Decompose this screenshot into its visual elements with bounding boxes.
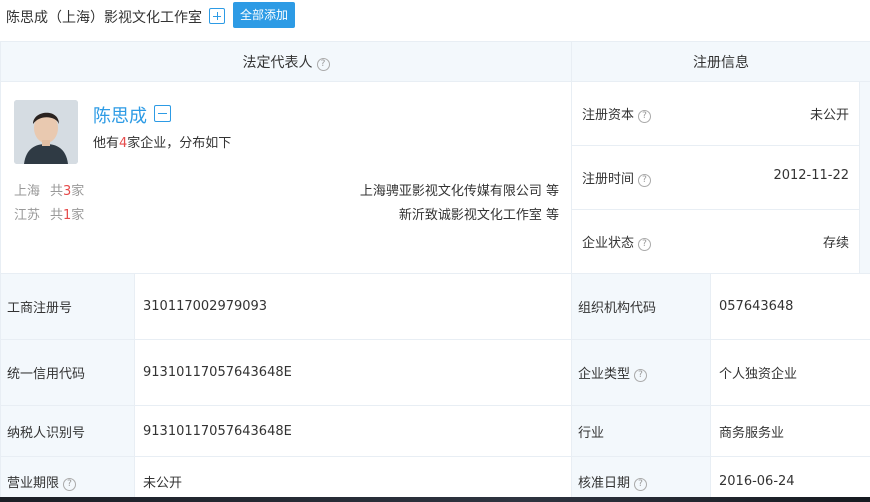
date-label-text: 注册时间 [582,172,635,187]
region-name: 上海 [14,184,41,199]
company-status-label: 企业状态? [582,232,652,251]
business-term-label: 营业期限? [0,456,135,502]
distribution-summary: 他有4家企业，分布如下 [93,132,231,151]
business-term-value: 未公开 [134,456,572,502]
question-circle-icon[interactable]: ? [638,238,652,251]
credit-code-value: 91310117057643648E [134,339,572,406]
legal-rep-header-label: 法定代表人 [242,54,313,71]
org-code-value: 057643648 [710,273,870,340]
term-label-text: 营业期限 [7,476,60,491]
registered-capital-label: 注册资本? [582,104,652,123]
business-reg-label: 工商注册号 [0,273,135,340]
company-info-table: 法定代表人? 注册信息 陈思成 他有4家企业，分布如下 上海 共3家 上海骋亚影… [0,41,870,502]
type-label-text: 企业类型 [578,367,631,382]
count-suffix: 家 [71,184,85,199]
company-title: 陈思成（上海）影视文化工作室 [6,10,202,26]
company-header: 陈思成（上海）影视文化工作室 全部添加 [0,0,870,41]
approval-date-value: 2016-06-24 [710,456,870,502]
question-circle-icon[interactable]: ? [316,57,330,71]
company-type-value: 个人独资企业 [710,339,870,406]
region-company-link[interactable]: 新沂致诚影视文化工作室 等 [399,204,559,223]
question-circle-icon[interactable]: ? [638,174,652,187]
scroll-edge [859,81,870,274]
person-name[interactable]: 陈思成 [93,102,147,128]
tax-id-label: 纳税人识别号 [0,405,135,457]
question-circle-icon[interactable]: ? [634,369,648,382]
region-row: 江苏 共1家 新沂致诚影视文化工作室 等 [14,204,559,224]
region-name: 江苏 [14,208,41,223]
region-row: 上海 共3家 上海骋亚影视文化传媒有限公司 等 [14,180,559,200]
count-prefix: 共 [50,184,64,199]
question-circle-icon[interactable]: ? [638,110,652,123]
registered-capital-value: 未公开 [809,108,849,123]
registration-date-label: 注册时间? [582,168,652,187]
company-status-value: 存续 [822,236,849,251]
registered-capital-row: 注册资本? 未公开 [571,81,860,146]
taskbar-strip [0,497,870,502]
minus-square-icon[interactable] [154,105,171,122]
person-photo [14,100,78,164]
question-circle-icon[interactable]: ? [63,478,77,491]
company-type-label: 企业类型? [571,339,711,406]
region-count: 共1家 [50,204,84,223]
registration-date-value: 2012-11-22 [773,168,849,183]
legal-rep-header: 法定代表人? [0,41,572,82]
status-label-text: 企业状态 [582,236,635,251]
question-circle-icon[interactable]: ? [634,478,648,491]
dist-prefix: 他有 [93,136,120,151]
credit-code-label: 统一信用代码 [0,339,135,406]
approve-label-text: 核准日期 [578,476,631,491]
count-suffix: 家 [71,208,85,223]
approval-date-label: 核准日期? [571,456,711,502]
registration-header: 注册信息 [571,41,870,82]
tax-id-value: 91310117057643648E [134,405,572,457]
business-reg-value: 310117002979093 [134,273,572,340]
add-all-button[interactable]: 全部添加 [233,2,295,28]
industry-label: 行业 [571,405,711,457]
plus-square-icon[interactable] [209,8,225,24]
org-code-label: 组织机构代码 [571,273,711,340]
registration-header-label: 注册信息 [693,54,749,71]
capital-label-text: 注册资本 [582,108,635,123]
count-prefix: 共 [50,208,64,223]
company-status-row: 企业状态? 存续 [571,209,860,274]
region-company-link[interactable]: 上海骋亚影视文化传媒有限公司 等 [360,180,559,199]
avatar[interactable] [14,100,78,164]
industry-value: 商务服务业 [710,405,870,457]
dist-suffix: 家企业，分布如下 [127,136,232,151]
region-count: 共3家 [50,180,84,199]
registration-date-row: 注册时间? 2012-11-22 [571,145,860,210]
legal-rep-card: 陈思成 他有4家企业，分布如下 上海 共3家 上海骋亚影视文化传媒有限公司 等 … [0,81,572,274]
